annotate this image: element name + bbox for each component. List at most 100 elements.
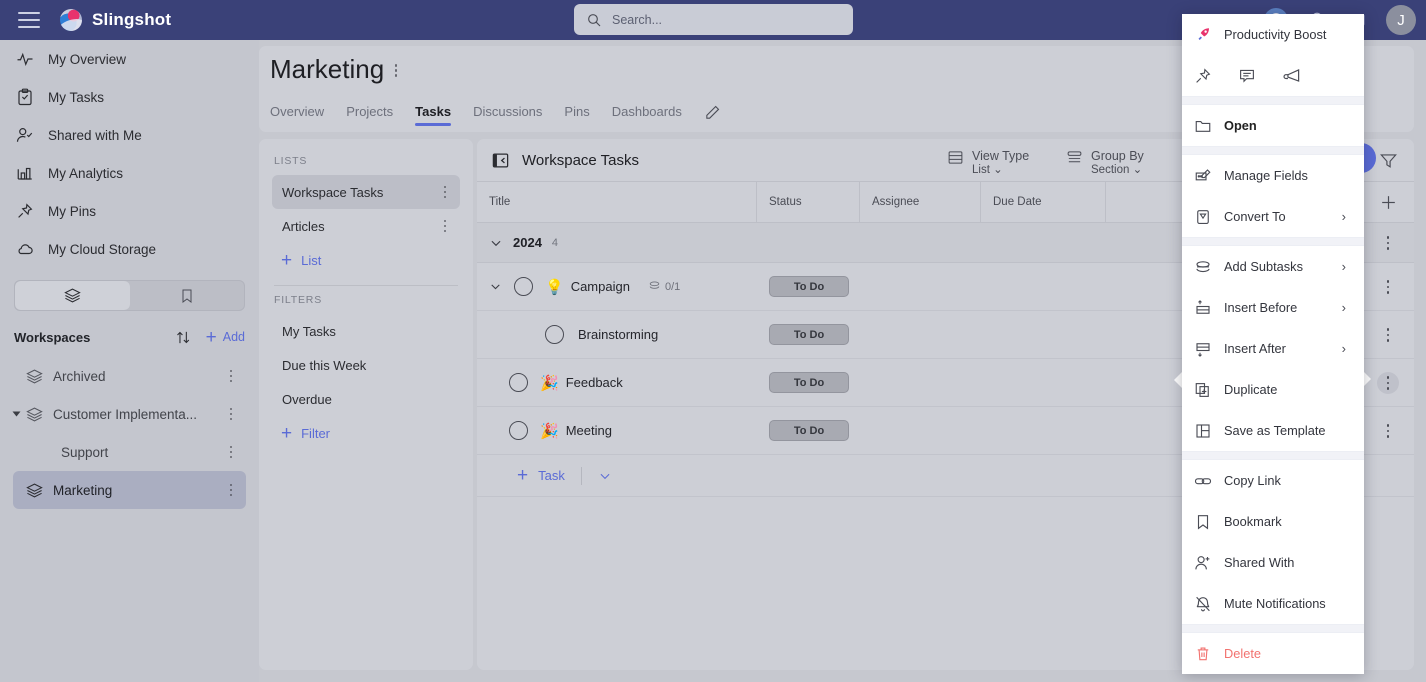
menu-item-duplicate[interactable]: Duplicate bbox=[1182, 369, 1364, 410]
chevron-down-icon[interactable] bbox=[489, 236, 503, 250]
menu-item-label: Bookmark bbox=[1224, 514, 1282, 529]
workspaces-header: Workspaces + Add bbox=[0, 317, 259, 357]
row-kebab-icon[interactable] bbox=[1362, 263, 1414, 311]
menu-item-label: Open bbox=[1224, 118, 1257, 133]
add-filter-button[interactable]: + Filter bbox=[272, 416, 460, 450]
task-complete-checkbox[interactable] bbox=[514, 277, 533, 296]
comment-icon[interactable] bbox=[1238, 67, 1256, 85]
menu-item-label: Copy Link bbox=[1224, 473, 1281, 488]
add-task-chevron-down-icon[interactable] bbox=[598, 469, 612, 483]
workspace-item-customer-implementation[interactable]: Customer Implementa... bbox=[12, 395, 246, 433]
tab-tasks[interactable]: Tasks bbox=[415, 104, 451, 126]
column-header-status[interactable]: Status bbox=[757, 182, 860, 222]
tab-overview[interactable]: Overview bbox=[270, 104, 324, 126]
layers-icon bbox=[26, 482, 43, 499]
row-kebab-icon[interactable] bbox=[1362, 407, 1414, 455]
add-column-plus-icon[interactable] bbox=[1362, 181, 1414, 223]
tab-projects[interactable]: Projects bbox=[346, 104, 393, 126]
list-item-workspace-tasks[interactable]: Workspace Tasks bbox=[272, 175, 460, 209]
menu-item-label: Save as Template bbox=[1224, 423, 1326, 438]
menu-item-open[interactable]: Open bbox=[1182, 105, 1364, 146]
menu-item-manage-fields[interactable]: Manage Fields bbox=[1182, 155, 1364, 196]
avatar[interactable]: J bbox=[1386, 5, 1416, 35]
column-header-title[interactable]: Title bbox=[477, 182, 757, 222]
row-kebab-icon[interactable] bbox=[1362, 311, 1414, 359]
workspace-kebab-icon[interactable] bbox=[224, 407, 238, 421]
menu-item-bookmark[interactable]: Bookmark bbox=[1182, 501, 1364, 542]
tab-pins[interactable]: Pins bbox=[564, 104, 589, 126]
task-complete-checkbox[interactable] bbox=[509, 421, 528, 440]
list-kebab-icon[interactable] bbox=[438, 219, 452, 233]
list-kebab-icon[interactable] bbox=[438, 185, 452, 199]
sort-arrows-icon[interactable] bbox=[175, 329, 192, 346]
workspace-kebab-icon[interactable] bbox=[224, 445, 238, 459]
filter-icon[interactable] bbox=[1362, 139, 1414, 181]
menu-item-label: Add Subtasks bbox=[1224, 259, 1303, 274]
menu-item-insert-after[interactable]: Insert After › bbox=[1182, 328, 1364, 369]
tab-discussions[interactable]: Discussions bbox=[473, 104, 542, 126]
column-header-assignee[interactable]: Assignee bbox=[860, 182, 981, 222]
segment-workspaces[interactable] bbox=[15, 281, 130, 310]
menu-item-productivity-boost[interactable]: Productivity Boost bbox=[1182, 14, 1364, 55]
column-header-due-date[interactable]: Due Date bbox=[981, 182, 1106, 222]
menu-item-shared-with[interactable]: Shared With bbox=[1182, 542, 1364, 583]
sidebar-item-my-analytics[interactable]: My Analytics bbox=[0, 154, 259, 192]
workspace-tabs: Overview Projects Tasks Discussions Pins… bbox=[270, 104, 721, 126]
filter-item-due-this-week[interactable]: Due this Week bbox=[272, 348, 460, 382]
task-complete-checkbox[interactable] bbox=[509, 373, 528, 392]
sidebar-item-label: My Analytics bbox=[48, 165, 124, 181]
task-complete-checkbox[interactable] bbox=[545, 325, 564, 344]
filters-section-label: FILTERS bbox=[274, 294, 322, 306]
page-title-kebab-icon[interactable] bbox=[389, 64, 403, 77]
clipboard-check-icon bbox=[16, 88, 34, 106]
filter-item-my-tasks[interactable]: My Tasks bbox=[272, 314, 460, 348]
template-icon bbox=[1194, 422, 1212, 440]
pencil-icon[interactable] bbox=[704, 104, 721, 126]
chevron-down-icon[interactable] bbox=[489, 280, 502, 293]
status-badge[interactable]: To Do bbox=[769, 324, 849, 345]
workspace-kebab-icon[interactable] bbox=[224, 369, 238, 383]
workspace-kebab-icon[interactable] bbox=[224, 483, 238, 497]
menu-item-delete[interactable]: Delete bbox=[1182, 633, 1364, 674]
sidebar-item-my-cloud-storage[interactable]: My Cloud Storage bbox=[0, 230, 259, 268]
chevron-down-icon[interactable] bbox=[12, 411, 21, 417]
hamburger-icon[interactable] bbox=[18, 12, 40, 28]
list-label: Articles bbox=[282, 218, 325, 234]
tab-dashboards[interactable]: Dashboards bbox=[612, 104, 682, 126]
menu-item-save-as-template[interactable]: Save as Template bbox=[1182, 410, 1364, 451]
page-title: Marketing bbox=[270, 54, 385, 84]
sidebar-item-shared-with-me[interactable]: Shared with Me bbox=[0, 116, 259, 154]
pin-icon[interactable] bbox=[1194, 67, 1212, 85]
workspace-label: Customer Implementa... bbox=[53, 406, 198, 422]
add-workspace-plus-icon[interactable]: + bbox=[206, 328, 217, 347]
list-item-articles[interactable]: Articles bbox=[272, 209, 460, 243]
sidebar-item-my-overview[interactable]: My Overview bbox=[0, 40, 259, 78]
menu-item-insert-before[interactable]: Insert Before › bbox=[1182, 287, 1364, 328]
menu-item-add-subtasks[interactable]: Add Subtasks › bbox=[1182, 246, 1364, 287]
add-workspace-label[interactable]: Add bbox=[223, 330, 245, 344]
menu-item-convert-to[interactable]: Convert To › bbox=[1182, 196, 1364, 237]
announce-icon[interactable] bbox=[1282, 66, 1301, 85]
panel-collapse-icon[interactable] bbox=[491, 151, 510, 170]
status-badge[interactable]: To Do bbox=[769, 372, 849, 393]
subtask-count: 0/1 bbox=[648, 280, 680, 293]
group-by-control[interactable]: Group By Section ⌄ bbox=[1066, 149, 1144, 177]
status-badge[interactable]: To Do bbox=[769, 420, 849, 441]
menu-item-copy-link[interactable]: Copy Link bbox=[1182, 460, 1364, 501]
filter-item-overdue[interactable]: Overdue bbox=[272, 382, 460, 416]
workspace-item-marketing[interactable]: Marketing bbox=[13, 471, 246, 509]
sidebar-item-my-tasks[interactable]: My Tasks bbox=[0, 78, 259, 116]
search-input[interactable]: Search... bbox=[574, 4, 853, 35]
view-type-control[interactable]: View Type List ⌄ bbox=[947, 149, 1029, 177]
segment-bookmarks[interactable] bbox=[130, 281, 245, 310]
menu-item-label: Insert After bbox=[1224, 341, 1286, 356]
row-kebab-icon[interactable] bbox=[1362, 223, 1414, 263]
status-badge[interactable]: To Do bbox=[769, 276, 849, 297]
link-icon bbox=[1194, 472, 1212, 490]
sidebar-item-my-pins[interactable]: My Pins bbox=[0, 192, 259, 230]
workspace-item-archived[interactable]: Archived bbox=[13, 357, 246, 395]
menu-item-mute-notifications[interactable]: Mute Notifications bbox=[1182, 583, 1364, 624]
subtasks-icon bbox=[1194, 258, 1212, 276]
workspace-item-support[interactable]: Support bbox=[13, 433, 246, 471]
add-list-button[interactable]: + List bbox=[272, 243, 460, 277]
